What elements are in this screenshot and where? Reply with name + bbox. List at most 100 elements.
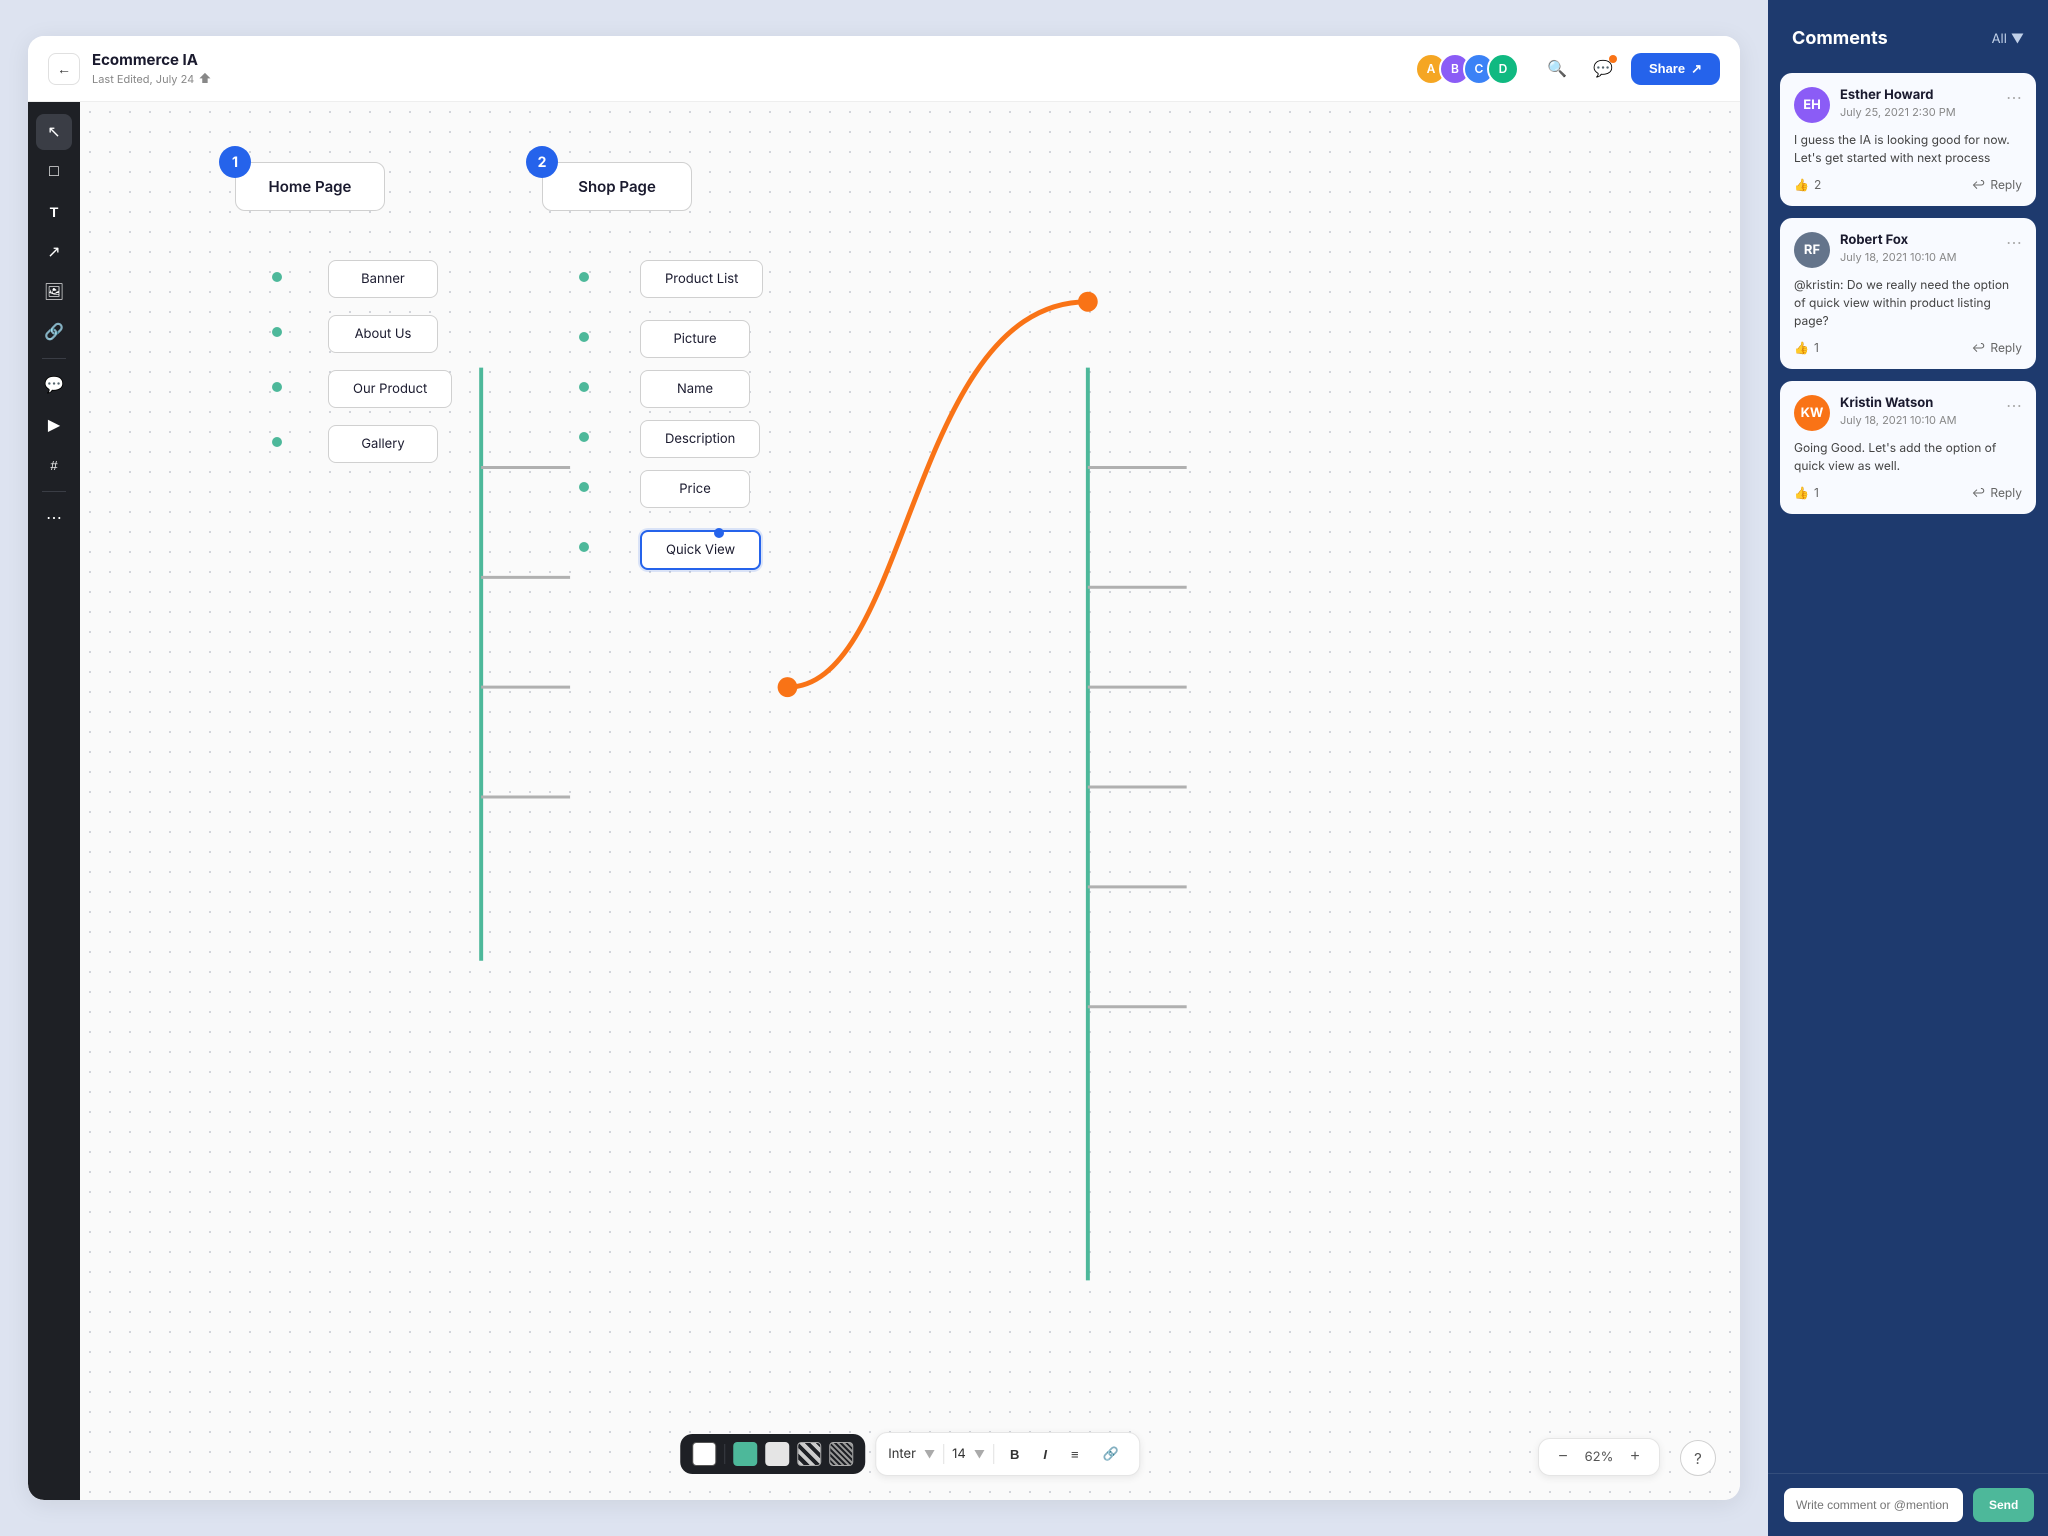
home-page-column: 1 Home Page bbox=[235, 162, 385, 211]
avatar: EH bbox=[1794, 87, 1830, 123]
comment-actions: 👍 1 ↩ Reply bbox=[1794, 485, 2022, 500]
comments-filter[interactable]: All ▼ bbox=[1992, 31, 2024, 47]
comment-item: KW Kristin Watson July 18, 2021 10:10 AM… bbox=[1780, 381, 2036, 514]
help-button[interactable]: ? bbox=[1680, 1440, 1716, 1476]
description-dot bbox=[579, 432, 589, 442]
comment-more-button[interactable]: ⋯ bbox=[2006, 87, 2022, 107]
rectangle-tool[interactable]: □ bbox=[36, 154, 72, 190]
quickview-node[interactable]: Quick View bbox=[640, 530, 761, 570]
like-button[interactable]: 👍 2 bbox=[1794, 177, 1821, 192]
save-icon: ⬆ bbox=[198, 71, 211, 87]
comment-more-button[interactable]: ⋯ bbox=[2006, 395, 2022, 415]
description-node[interactable]: Description bbox=[640, 420, 760, 458]
ourproduct-dot bbox=[272, 382, 282, 392]
main-area: ← Ecommerce IA Last Edited, July 24 ⬆ A … bbox=[0, 0, 1768, 1536]
white-swatch[interactable] bbox=[692, 1442, 716, 1466]
font-size-selector[interactable]: 14 bbox=[952, 1446, 966, 1462]
comment-date: July 18, 2021 10:10 AM bbox=[1840, 250, 1996, 264]
comment-author: Esther Howard bbox=[1840, 87, 1996, 103]
productlist-dot bbox=[579, 272, 589, 282]
toolbar-divider bbox=[42, 358, 66, 359]
comment-text: Going Good. Let's add the option of quic… bbox=[1794, 439, 2022, 475]
left-toolbar: ↖ □ T ↗ 🖼 🔗 💬 ▶ # ⋯ bbox=[28, 102, 80, 1500]
font-selector[interactable]: Inter bbox=[888, 1446, 916, 1462]
comments-panel: Comments All ▼ EH Esther Howard July 25,… bbox=[1768, 0, 2048, 1536]
header-title: Ecommerce IA Last Edited, July 24 ⬆ bbox=[92, 50, 1403, 87]
like-button[interactable]: 👍 1 bbox=[1794, 485, 1819, 500]
notification-dot bbox=[1609, 55, 1617, 63]
gray-swatch[interactable] bbox=[765, 1442, 789, 1466]
dense-swatch[interactable] bbox=[829, 1442, 853, 1466]
align-button[interactable]: ≡ bbox=[1063, 1442, 1087, 1467]
price-node[interactable]: Price bbox=[640, 470, 750, 508]
picture-dot bbox=[579, 332, 589, 342]
chat-button[interactable]: 💬 bbox=[1585, 51, 1621, 87]
productlist-node[interactable]: Product List bbox=[640, 260, 763, 298]
arrow-tool[interactable]: ↗ bbox=[36, 234, 72, 270]
gallery-node[interactable]: Gallery bbox=[328, 425, 438, 463]
aboutus-node[interactable]: About Us bbox=[328, 315, 438, 353]
comment-meta: Kristin Watson July 18, 2021 10:10 AM bbox=[1840, 395, 1996, 427]
thumbs-up-icon: 👍 bbox=[1794, 177, 1809, 192]
home-page-node[interactable]: Home Page bbox=[235, 162, 385, 211]
comment-text: @kristin: Do we really need the option o… bbox=[1794, 276, 2022, 330]
comment-text: I guess the IA is looking good for now. … bbox=[1794, 131, 2022, 167]
comment-author-row: RF Robert Fox July 18, 2021 10:10 AM ⋯ bbox=[1794, 232, 2022, 268]
ourproduct-node[interactable]: Our Product bbox=[328, 370, 452, 408]
zoom-out-button[interactable]: − bbox=[1553, 1447, 1573, 1467]
like-button[interactable]: 👍 1 bbox=[1794, 340, 1819, 355]
aboutus-dot bbox=[272, 327, 282, 337]
picture-node[interactable]: Picture bbox=[640, 320, 750, 358]
zoom-in-button[interactable]: + bbox=[1625, 1447, 1645, 1467]
teal-swatch[interactable] bbox=[733, 1442, 757, 1466]
avatar: KW bbox=[1794, 395, 1830, 431]
header: ← Ecommerce IA Last Edited, July 24 ⬆ A … bbox=[28, 36, 1740, 102]
thumbs-up-icon: 👍 bbox=[1794, 485, 1809, 500]
pattern-swatch[interactable] bbox=[797, 1442, 821, 1466]
comment-date: July 18, 2021 10:10 AM bbox=[1840, 413, 1996, 427]
comment-item: RF Robert Fox July 18, 2021 10:10 AM ⋯ @… bbox=[1780, 218, 2036, 369]
link-tool[interactable]: 🔗 bbox=[36, 314, 72, 350]
app-card: ← Ecommerce IA Last Edited, July 24 ⬆ A … bbox=[28, 36, 1740, 1500]
cursor-tool[interactable]: ↖ bbox=[36, 114, 72, 150]
comment-tool[interactable]: 💬 bbox=[36, 367, 72, 403]
search-button[interactable]: 🔍 bbox=[1539, 51, 1575, 87]
chevron-down-icon: ▼ bbox=[2011, 31, 2024, 47]
back-button[interactable]: ← bbox=[48, 53, 80, 85]
frame-tool[interactable]: # bbox=[36, 447, 72, 483]
comment-actions: 👍 1 ↩ Reply bbox=[1794, 340, 2022, 355]
share-button[interactable]: Share ↗ bbox=[1631, 53, 1720, 85]
more-tools[interactable]: ⋯ bbox=[36, 500, 72, 536]
diagram-svg bbox=[80, 102, 1740, 1500]
name-node[interactable]: Name bbox=[640, 370, 750, 408]
thumbs-up-icon: 👍 bbox=[1794, 340, 1809, 355]
comment-meta: Robert Fox July 18, 2021 10:10 AM bbox=[1840, 232, 1996, 264]
color-toolbar bbox=[680, 1434, 865, 1474]
name-dot bbox=[579, 382, 589, 392]
comments-title: Comments bbox=[1792, 28, 1888, 49]
comment-actions: 👍 2 ↩ Reply bbox=[1794, 177, 2022, 192]
send-button[interactable]: Send bbox=[1973, 1488, 2034, 1522]
shop-page-node[interactable]: Shop Page bbox=[542, 162, 692, 211]
video-tool[interactable]: ▶ bbox=[36, 407, 72, 443]
link-button[interactable]: 🔗 bbox=[1095, 1441, 1127, 1467]
reply-button[interactable]: ↩ Reply bbox=[1972, 485, 2022, 500]
bold-button[interactable]: B bbox=[1002, 1442, 1027, 1467]
italic-button[interactable]: I bbox=[1035, 1442, 1055, 1467]
image-tool[interactable]: 🖼 bbox=[36, 274, 72, 310]
share-icon: ↗ bbox=[1691, 61, 1702, 77]
reply-button[interactable]: ↩ Reply bbox=[1972, 177, 2022, 192]
canvas-wrapper: ↖ □ T ↗ 🖼 🔗 💬 ▶ # ⋯ bbox=[28, 102, 1740, 1500]
avatar: RF bbox=[1794, 232, 1830, 268]
reply-button[interactable]: ↩ Reply bbox=[1972, 340, 2022, 355]
comment-more-button[interactable]: ⋯ bbox=[2006, 232, 2022, 252]
canvas-content[interactable]: 1 Home Page B bbox=[80, 102, 1740, 1500]
banner-node[interactable]: Banner bbox=[328, 260, 438, 298]
comment-meta: Esther Howard July 25, 2021 2:30 PM bbox=[1840, 87, 1996, 119]
comments-list: EH Esther Howard July 25, 2021 2:30 PM ⋯… bbox=[1768, 65, 2048, 1473]
text-tool[interactable]: T bbox=[36, 194, 72, 230]
comment-author-row: EH Esther Howard July 25, 2021 2:30 PM ⋯ bbox=[1794, 87, 2022, 123]
comment-input[interactable] bbox=[1784, 1488, 1963, 1522]
comment-author: Kristin Watson bbox=[1840, 395, 1996, 411]
badge-2: 2 bbox=[526, 146, 558, 178]
